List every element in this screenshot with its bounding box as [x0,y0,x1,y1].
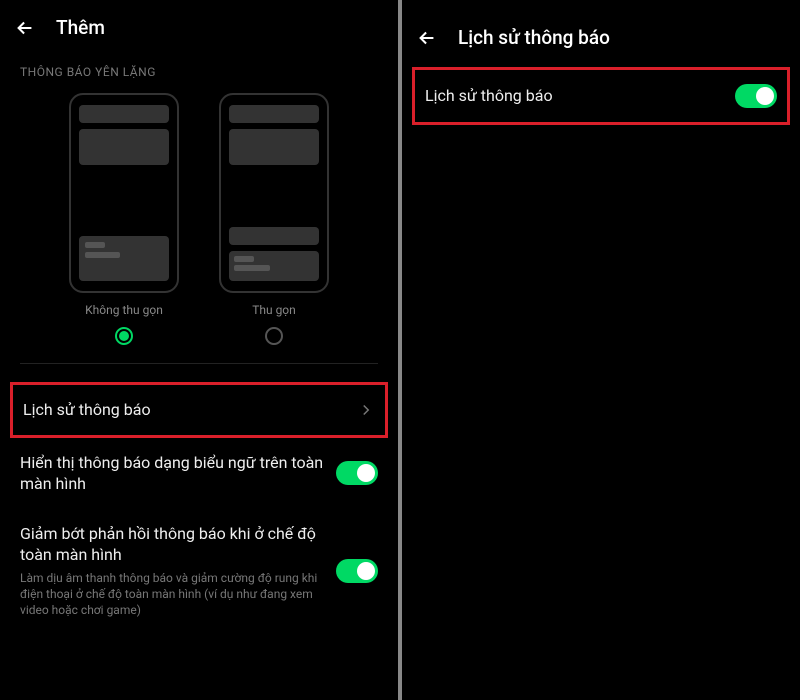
row-subtitle: Làm dịu âm thanh thông báo và giảm cường… [20,570,324,619]
page-title: Thêm [56,16,105,39]
section-label: THÔNG BÁO YÊN LẶNG [0,47,398,93]
row-notification-history-toggle[interactable]: Lịch sử thông báo [412,67,790,125]
right-screen: Lịch sử thông báo Lịch sử thông báo [400,0,800,700]
phone-mock-collapsed [219,93,329,293]
left-screen: Thêm THÔNG BÁO YÊN LẶNG Không thu gọn [0,0,400,700]
row-title: Lịch sử thông báo [425,85,723,107]
toggle-history[interactable] [735,84,777,108]
toggle-banner[interactable] [336,461,378,485]
chevron-right-icon [357,401,375,419]
phone-mock-expanded [69,93,179,293]
row-title: Giảm bớt phản hồi thông báo khi ở chế độ… [20,523,324,566]
preview-label-expanded: Không thu gọn [85,303,163,317]
row-reduce-feedback[interactable]: Giảm bớt phản hồi thông báo khi ở chế độ… [0,509,398,633]
divider [20,363,378,364]
header: Thêm [0,0,398,47]
radio-expanded[interactable] [115,327,133,345]
back-arrow-icon[interactable] [14,17,36,39]
header: Lịch sử thông báo [402,0,800,57]
row-title: Hiển thị thông báo dạng biểu ngữ trên to… [20,452,324,495]
preview-option-collapsed[interactable]: Thu gọn [219,93,329,345]
preview-label-collapsed: Thu gọn [252,303,296,317]
row-notification-history[interactable]: Lịch sử thông báo [10,382,388,438]
page-title: Lịch sử thông báo [458,26,610,49]
radio-collapsed[interactable] [265,327,283,345]
row-banner-fullscreen[interactable]: Hiển thị thông báo dạng biểu ngữ trên to… [0,438,398,509]
toggle-reduce[interactable] [336,559,378,583]
row-title: Lịch sử thông báo [23,399,345,421]
preview-row: Không thu gọn Thu gọn [0,93,398,345]
back-arrow-icon[interactable] [416,27,438,49]
preview-option-expanded[interactable]: Không thu gọn [69,93,179,345]
